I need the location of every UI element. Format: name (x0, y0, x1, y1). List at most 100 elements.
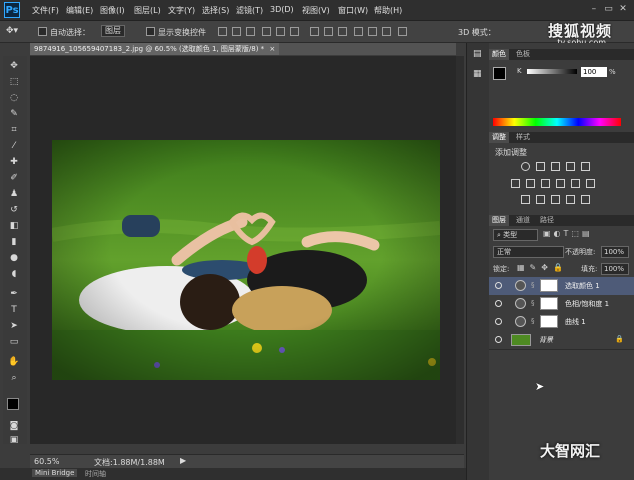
color-balance-icon[interactable] (526, 179, 535, 188)
canvas-scrollbar[interactable] (456, 56, 464, 444)
move-tool-icon[interactable]: ✥▾ (6, 26, 18, 36)
link-icon[interactable]: § (531, 299, 535, 307)
clone-stamp-tool-icon[interactable]: ♟ (8, 188, 20, 200)
menu-help[interactable]: 帮助(H) (374, 5, 402, 16)
document-info[interactable]: 文档:1.88M/1.88M (94, 457, 165, 468)
eraser-tool-icon[interactable]: ◧ (8, 220, 20, 232)
layer-mask-thumbnail[interactable] (540, 279, 558, 292)
zoom-level[interactable]: 60.5% (34, 457, 59, 466)
photo-couple-on-grass[interactable] (52, 140, 440, 380)
align-bottom-icon[interactable] (246, 27, 255, 36)
auto-select-checkbox[interactable] (38, 27, 47, 36)
posterize-icon[interactable] (536, 195, 545, 204)
gradient-map-icon[interactable] (581, 195, 590, 204)
distribute-bottom-icon[interactable] (338, 27, 347, 36)
move-tool-icon[interactable]: ✥ (8, 60, 20, 72)
exposure-icon[interactable] (566, 162, 575, 171)
lasso-tool-icon[interactable]: ◌ (8, 92, 20, 104)
link-icon[interactable]: § (531, 317, 535, 325)
tab-adjustments[interactable]: 调整 (489, 132, 509, 143)
tab-channels[interactable]: 通道 (513, 215, 533, 226)
align-hcenter-icon[interactable] (276, 27, 285, 36)
layer-name[interactable]: 曲线 1 (565, 317, 586, 327)
menu-view[interactable]: 视图(V) (302, 5, 330, 16)
layer-mask-thumbnail[interactable] (540, 315, 558, 328)
layer-name[interactable]: 选取颜色 1 (565, 281, 600, 291)
pen-tool-icon[interactable]: ✒ (8, 288, 20, 300)
menu-image[interactable]: 图像(I) (100, 5, 125, 16)
type-tool-icon[interactable]: T (8, 304, 20, 316)
auto-align-icon[interactable] (398, 27, 407, 36)
menu-layer[interactable]: 图层(L) (134, 5, 161, 16)
tab-swatches[interactable]: 色板 (513, 49, 533, 60)
hue-saturation-icon[interactable] (511, 179, 520, 188)
distribute-vcenter-icon[interactable] (324, 27, 333, 36)
filter-type-icons[interactable]: ▣◐T⬚▤ (543, 229, 593, 238)
layer-name[interactable]: 背景 (539, 335, 553, 345)
color-lookup-icon[interactable] (586, 179, 595, 188)
tab-mini-bridge[interactable]: Mini Bridge (32, 469, 78, 477)
auto-select-dropdown[interactable]: 图层 (101, 25, 125, 37)
layer-row-background[interactable]: 背景 🔒 (489, 331, 634, 350)
restore-icon[interactable]: ▭ (603, 4, 613, 14)
eye-icon[interactable] (495, 336, 502, 343)
layer-row-selective-color[interactable]: § 选取颜色 1 (489, 277, 634, 296)
layer-row-hue-saturation[interactable]: § 色相/饱和度 1 (489, 295, 634, 314)
crop-tool-icon[interactable]: ⌗ (8, 124, 20, 136)
history-brush-tool-icon[interactable]: ↺ (8, 204, 20, 216)
channel-mixer-icon[interactable] (571, 179, 580, 188)
invert-icon[interactable] (521, 195, 530, 204)
k-value-input[interactable]: 100 (581, 67, 607, 77)
layer-filter-dropdown[interactable]: ⌕ 类型 (493, 229, 538, 241)
foreground-color-swatch[interactable] (7, 398, 19, 410)
properties-icon[interactable]: ▦ (473, 69, 482, 79)
eye-icon[interactable] (495, 300, 502, 307)
menu-type[interactable]: 文字(Y) (168, 5, 195, 16)
photo-filter-icon[interactable] (556, 179, 565, 188)
black-white-icon[interactable] (541, 179, 550, 188)
align-right-icon[interactable] (290, 27, 299, 36)
brightness-icon[interactable] (521, 162, 530, 171)
curves-icon[interactable] (551, 162, 560, 171)
hand-tool-icon[interactable]: ✋ (8, 356, 20, 368)
tab-color[interactable]: 颜色 (489, 49, 509, 60)
color-foreground-swatch[interactable] (493, 67, 506, 80)
distribute-right-icon[interactable] (382, 27, 391, 36)
minimize-icon[interactable]: – (589, 4, 599, 14)
path-select-tool-icon[interactable]: ➤ (8, 320, 20, 332)
eye-icon[interactable] (495, 282, 502, 289)
distribute-top-icon[interactable] (310, 27, 319, 36)
marquee-tool-icon[interactable]: ⬚ (8, 76, 20, 88)
layer-name[interactable]: 色相/饱和度 1 (565, 299, 609, 309)
eye-icon[interactable] (495, 318, 502, 325)
brush-tool-icon[interactable]: ✐ (8, 172, 20, 184)
fill-input[interactable]: 100% (601, 263, 629, 275)
dodge-tool-icon[interactable]: ◖ (8, 268, 20, 280)
menu-select[interactable]: 选择(S) (202, 5, 229, 16)
menu-window[interactable]: 窗口(W) (338, 5, 368, 16)
layer-row-curves[interactable]: § 曲线 1 (489, 313, 634, 332)
levels-icon[interactable] (536, 162, 545, 171)
selective-color-icon[interactable] (566, 195, 575, 204)
gradient-tool-icon[interactable]: ▮ (8, 236, 20, 248)
menu-filter[interactable]: 滤镜(T) (236, 5, 263, 16)
document-tab[interactable]: 9874916_105659407183_2.jpg @ 60.5% (选取颜色… (30, 43, 280, 55)
quick-select-tool-icon[interactable]: ✎ (8, 108, 20, 120)
color-spectrum-ramp[interactable] (493, 118, 621, 126)
threshold-icon[interactable] (551, 195, 560, 204)
tab-styles[interactable]: 样式 (513, 132, 533, 143)
shape-tool-icon[interactable]: ▭ (8, 336, 20, 348)
distribute-hcenter-icon[interactable] (368, 27, 377, 36)
opacity-input[interactable]: 100% (601, 246, 629, 258)
align-left-icon[interactable] (262, 27, 271, 36)
distribute-left-icon[interactable] (354, 27, 363, 36)
screen-mode-icon[interactable]: ▣ (8, 434, 20, 446)
tab-timeline[interactable]: 时间轴 (82, 469, 109, 479)
menu-edit[interactable]: 编辑(E) (66, 5, 93, 16)
align-top-icon[interactable] (218, 27, 227, 36)
tab-layers[interactable]: 图层 (489, 215, 509, 226)
zoom-tool-icon[interactable]: ⌕ (8, 372, 20, 384)
healing-brush-tool-icon[interactable]: ✚ (8, 156, 20, 168)
eyedropper-tool-icon[interactable]: ⁄ (8, 140, 20, 152)
close-icon[interactable]: ✕ (618, 4, 628, 14)
